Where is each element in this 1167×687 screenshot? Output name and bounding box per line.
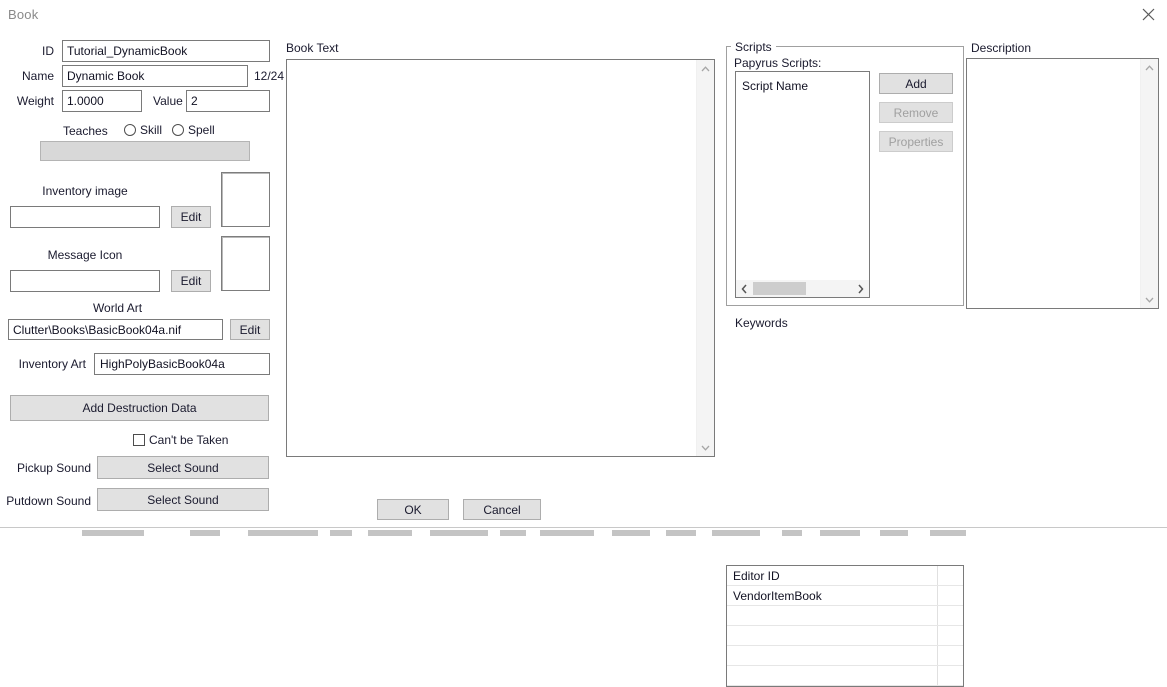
scroll-up-icon[interactable] xyxy=(1141,59,1158,76)
cancel-button[interactable]: Cancel xyxy=(463,499,541,520)
add-destruction-data-button[interactable]: Add Destruction Data xyxy=(10,395,269,421)
close-icon[interactable] xyxy=(1129,0,1167,29)
teaches-skill-label: Skill xyxy=(140,123,163,137)
chevron-left-icon[interactable] xyxy=(736,280,753,297)
column-divider xyxy=(937,626,938,645)
id-input[interactable]: Tutorial_DynamicBook xyxy=(62,40,270,62)
book-text-value xyxy=(287,60,697,456)
putdown-sound-label: Putdown Sound xyxy=(6,494,91,508)
id-label: ID xyxy=(42,44,54,58)
description-value xyxy=(967,59,1141,308)
scroll-up-icon[interactable] xyxy=(697,60,714,77)
scroll-down-icon[interactable] xyxy=(697,439,714,456)
pickup-sound-button[interactable]: Select Sound xyxy=(97,456,269,479)
ok-button[interactable]: OK xyxy=(377,499,449,520)
inventory-image-edit-button[interactable]: Edit xyxy=(171,206,211,228)
putdown-sound-button[interactable]: Select Sound xyxy=(97,488,269,511)
name-label: Name xyxy=(21,69,54,83)
scripts-horizontal-scrollbar[interactable] xyxy=(736,280,869,297)
pickup-sound-label: Pickup Sound xyxy=(16,461,91,475)
inventory-art-select[interactable]: HighPolyBasicBook04a xyxy=(94,353,270,375)
weight-label: Weight xyxy=(16,94,54,108)
checkbox-indicator xyxy=(133,434,145,446)
keywords-list[interactable]: Editor ID VendorItemBook xyxy=(726,565,964,687)
teaches-label: Teaches xyxy=(63,124,108,138)
scripts-properties-button: Properties xyxy=(879,131,953,152)
teaches-select[interactable] xyxy=(40,141,250,161)
message-icon-label: Message Icon xyxy=(47,248,123,262)
column-divider xyxy=(937,606,938,625)
name-char-counter: 12/24 xyxy=(254,69,285,83)
message-icon-preview xyxy=(221,236,270,291)
scripts-add-button[interactable]: Add xyxy=(879,73,953,94)
chevron-right-icon[interactable] xyxy=(852,280,869,297)
papyrus-scripts-label: Papyrus Scripts: xyxy=(734,56,822,70)
teaches-spell-radio[interactable]: Spell xyxy=(172,123,215,137)
description-group-caption: Description xyxy=(967,41,1036,55)
table-row[interactable] xyxy=(727,606,963,626)
table-row[interactable] xyxy=(727,666,963,686)
cant-be-taken-checkbox[interactable]: Can't be Taken xyxy=(133,433,228,447)
keywords-column-header: Editor ID xyxy=(733,568,780,583)
book-text-area[interactable] xyxy=(286,59,715,457)
description-scrollbar[interactable] xyxy=(1140,59,1158,308)
scripts-scroll-thumb[interactable] xyxy=(753,282,806,295)
scripts-group-caption: Scripts xyxy=(731,40,776,54)
book-text-scrollbar[interactable] xyxy=(696,60,714,456)
column-divider xyxy=(937,586,938,605)
column-divider xyxy=(937,646,938,665)
keywords-group-caption: Keywords xyxy=(731,316,792,330)
name-input[interactable]: Dynamic Book xyxy=(62,65,248,87)
window-title-bar: Book xyxy=(0,0,1167,29)
inventory-image-label: Inventory image xyxy=(42,184,128,198)
description-textarea[interactable] xyxy=(966,58,1159,309)
world-art-input[interactable]: Clutter\Books\BasicBook04a.nif xyxy=(8,319,223,340)
radio-indicator-skill xyxy=(124,124,136,136)
table-row[interactable] xyxy=(727,626,963,646)
scroll-down-icon[interactable] xyxy=(1141,291,1158,308)
scripts-remove-button: Remove xyxy=(879,102,953,123)
message-icon-edit-button[interactable]: Edit xyxy=(171,270,211,292)
world-art-edit-button[interactable]: Edit xyxy=(230,319,270,340)
inventory-image-preview xyxy=(221,172,270,227)
value-input[interactable]: 2 xyxy=(186,90,270,112)
column-divider[interactable] xyxy=(937,566,938,585)
papyrus-scripts-listbox[interactable]: Script Name xyxy=(735,71,870,298)
window-title: Book xyxy=(8,7,39,22)
inventory-image-input[interactable] xyxy=(10,206,160,228)
scripts-column-header: Script Name xyxy=(742,79,809,93)
table-row[interactable]: VendorItemBook xyxy=(727,586,963,606)
teaches-skill-radio[interactable]: Skill xyxy=(124,123,162,137)
radio-indicator-spell xyxy=(172,124,184,136)
message-icon-input[interactable] xyxy=(10,270,160,292)
teaches-spell-label: Spell xyxy=(188,123,215,137)
keyword-item-label: VendorItemBook xyxy=(733,588,822,603)
world-art-label: World Art xyxy=(92,301,143,315)
inventory-art-label: Inventory Art xyxy=(18,357,86,371)
cant-be-taken-label: Can't be Taken xyxy=(149,433,229,447)
value-label: Value xyxy=(153,94,183,108)
book-text-label: Book Text xyxy=(286,41,339,55)
weight-input[interactable]: 1.0000 xyxy=(62,90,142,112)
keywords-column-header-row: Editor ID xyxy=(727,566,963,586)
column-divider xyxy=(937,666,938,685)
table-row[interactable] xyxy=(727,646,963,666)
